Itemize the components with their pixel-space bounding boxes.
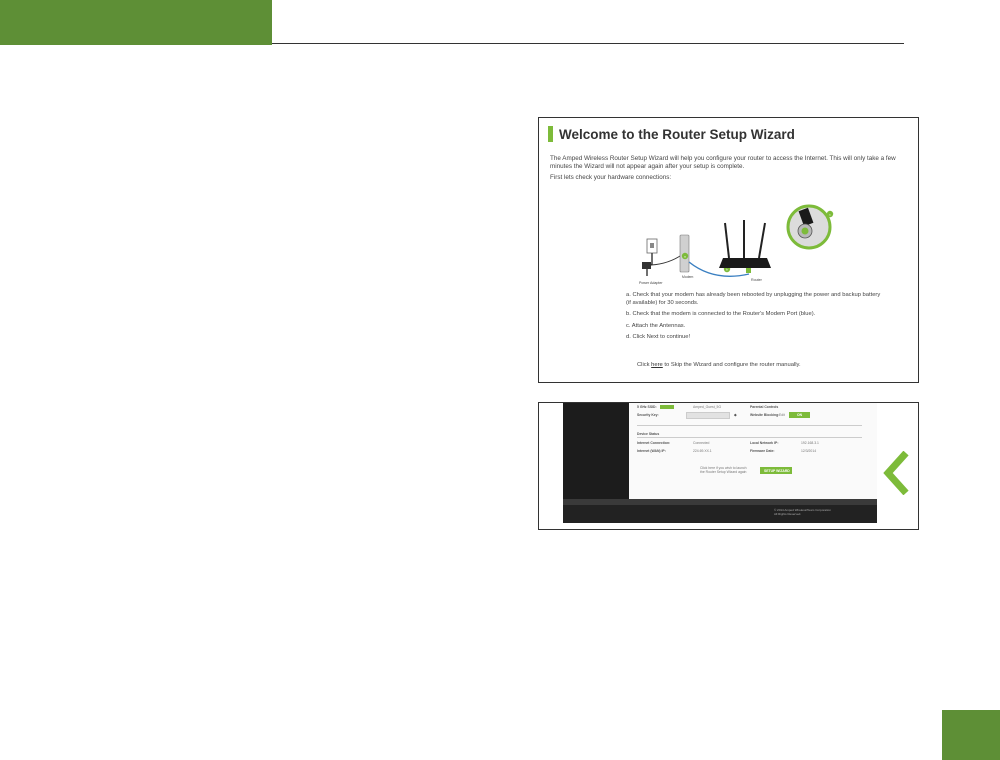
page-number-tab [942,710,1000,760]
hardware-connection-diagram: Power Adapter a Modem b Router c [639,204,834,285]
modem-label: Modem [682,275,693,279]
setup-wizard-button[interactable]: SETUP WIZARD [760,467,792,474]
internet-connection-label: Internet Connection: [637,441,671,445]
wizard-steps-list: a. Check that your modem has already bee… [626,292,886,346]
device-status-divider [637,437,862,438]
router-label: Router [751,278,763,282]
step-item: d. Click Next to continue! [626,334,691,340]
security-key-label: Security Key: [637,413,659,417]
local-network-ip-label: Local Network IP: [750,441,779,445]
website-blocking-value: Edit [779,413,785,417]
power-adapter-label: Power Adapter [639,281,663,285]
skip-pre-text: Click [637,362,652,368]
internet-ip-label: Internet (WAN) IP: [637,449,666,453]
ssid-toggle[interactable] [660,405,674,409]
website-blocking-label: Website Blocking: [750,413,780,417]
wizard-header: Welcome to the Router Setup Wizard [548,126,795,142]
firmware-date-label: Firmware Date: [750,449,775,453]
skip-post-text: to Skip the Wizard and configure the rou… [662,362,801,368]
router-icon [719,258,771,268]
toggle-text: ON [797,413,803,417]
wizard-intro: The Amped Wireless Router Setup Wizard w… [550,155,896,170]
chevron-left-icon[interactable] [882,451,912,495]
website-blocking-toggle[interactable]: ON [789,412,810,418]
router-status-screenshot: 5 GHz SSID: Amped_Guest_5G Parental Cont… [538,402,919,530]
setup-wizard-button-label: SETUP WIZARD [764,469,790,473]
device-status-title: Device Status [637,432,660,436]
status-sidebar [563,403,629,499]
ssid-label: 5 GHz SSID: [637,405,657,409]
ssid-value: Amped_Guest_5G [693,405,722,409]
wizard-check-text: First lets check your hardware connectio… [550,174,672,181]
local-network-ip-value: 192.168.3.1 [801,441,819,445]
wizard-title: Welcome to the Router Setup Wizard [559,126,795,142]
power-adapter-icon [642,262,651,269]
step-item: b. Check that the modem is connected to … [626,311,816,317]
status-main-panel: 5 GHz SSID: Amped_Guest_5G Parental Cont… [629,403,877,499]
parental-controls-title: Parental Controls [750,405,779,409]
skip-wizard-link[interactable]: here [651,362,663,368]
security-key-field[interactable] [686,412,730,419]
wizard-screenshot: Welcome to the Router Setup Wizard The A… [538,117,919,383]
firmware-date-value: 12/3/2014 [801,449,817,453]
show-key-icon[interactable]: ◆ [734,413,737,417]
header-tab [0,0,272,45]
title-accent-bar [548,126,553,142]
footer-line2: All Rights Reserved. [774,512,802,516]
skip-wizard-text: Click here to Skip the Wizard and config… [637,362,801,368]
step-item: a. Check that your modem has already bee… [626,292,881,306]
footer-copyright: © 2014 Amped Wireless/Team Corporation A… [774,508,831,516]
step-item: c. Attach the Antennas. [626,322,686,329]
status-divider [637,425,862,426]
internet-connection-value: Connected [693,441,710,445]
footer-shade [563,499,877,505]
internet-ip-value: 224.69.XX.1 [693,449,712,453]
header-rule [272,43,904,44]
wizard-hint-line2: the Router Setup Wizard again [700,470,747,474]
